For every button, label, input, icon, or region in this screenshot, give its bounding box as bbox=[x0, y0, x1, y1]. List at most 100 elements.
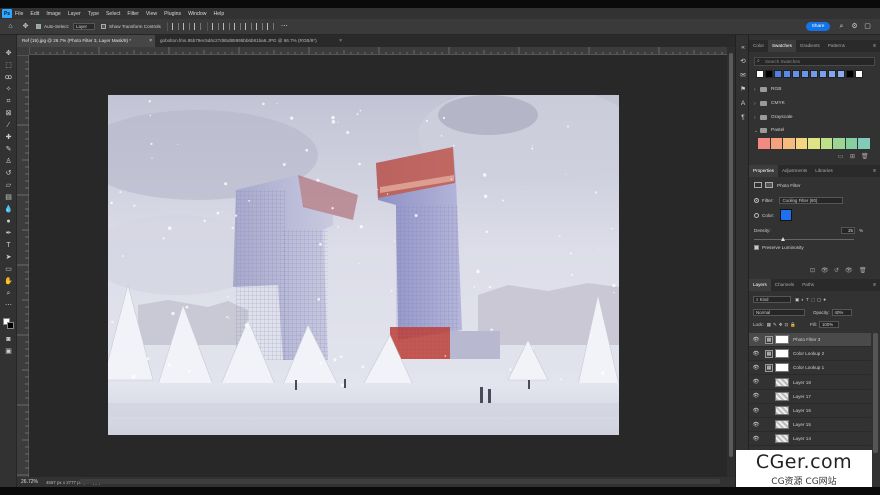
color-swatch[interactable] bbox=[837, 70, 845, 78]
tab-swatches[interactable]: Swatches bbox=[767, 40, 796, 52]
layer-thumbnail[interactable] bbox=[775, 434, 789, 444]
tab-properties[interactable]: Properties bbox=[749, 165, 778, 177]
layer-row[interactable]: 👁 ▦ Color Lookup 1 bbox=[749, 361, 871, 376]
tab-patterns[interactable]: Patterns bbox=[824, 40, 849, 52]
layer-row[interactable]: 👁 Layer 18 bbox=[749, 376, 871, 390]
magic-wand-icon[interactable]: ✧ bbox=[4, 85, 13, 94]
filter-dropdown[interactable]: Cooling Filter (80) bbox=[779, 197, 844, 204]
swatches-search-input[interactable]: ⌕ Search Swatches bbox=[754, 57, 875, 66]
pastel-swatch[interactable] bbox=[833, 138, 845, 149]
tab-gobolton[interactable]: gobolton.fms.85b79ec5d6c27d65d85995bb6b8… bbox=[155, 35, 345, 47]
menu-type[interactable]: Type bbox=[88, 11, 99, 17]
color-swatch[interactable] bbox=[846, 70, 854, 78]
eye-icon[interactable]: 👁 bbox=[751, 379, 761, 385]
swatch-group-pastel[interactable]: ⌄ Pastel bbox=[754, 125, 874, 136]
tab-adjustments[interactable]: Adjustments bbox=[778, 165, 811, 177]
clone-stamp-icon[interactable]: ♙ bbox=[4, 157, 13, 166]
close-icon[interactable]: × bbox=[339, 35, 342, 47]
filter-radio[interactable] bbox=[754, 198, 759, 203]
path-select-icon[interactable]: ➤ bbox=[4, 253, 13, 262]
swatch-group-grayscale[interactable]: › Grayscale bbox=[754, 112, 874, 123]
layer-row[interactable]: 👁 ▦ Color Lookup 2 bbox=[749, 347, 871, 362]
pastel-swatch[interactable] bbox=[770, 138, 782, 149]
color-swatch[interactable] bbox=[756, 70, 764, 78]
pastel-swatch[interactable] bbox=[783, 138, 795, 149]
layer-thumbnail[interactable] bbox=[775, 391, 789, 401]
eye-icon[interactable]: 👁 bbox=[751, 337, 761, 343]
blend-mode-dropdown[interactable]: Normal bbox=[753, 309, 805, 316]
align-right-icon[interactable] bbox=[193, 23, 201, 30]
eye-icon[interactable]: 👁 bbox=[751, 422, 761, 428]
tab-ref-19[interactable]: Ref (19).jpg @ 26.7% (Photo Filter 3, La… bbox=[17, 35, 155, 47]
tab-layers[interactable]: Layers bbox=[749, 279, 771, 291]
color-swatch[interactable] bbox=[810, 70, 818, 78]
vertical-scrollbar[interactable] bbox=[727, 47, 735, 477]
reset-icon[interactable]: ↺ bbox=[833, 268, 840, 275]
color-swatch[interactable] bbox=[765, 70, 773, 78]
auto-select-checkbox[interactable] bbox=[36, 24, 41, 29]
fill-input[interactable]: 100% bbox=[818, 321, 839, 328]
pastel-swatch[interactable] bbox=[858, 138, 870, 149]
align-top-icon[interactable] bbox=[211, 23, 219, 30]
trash-icon[interactable]: 🗑 bbox=[859, 268, 867, 275]
zoom-level[interactable]: 26.72% bbox=[21, 479, 38, 485]
layer-mask-thumbnail[interactable] bbox=[775, 349, 789, 359]
paragraph-icon[interactable]: ¶ bbox=[738, 113, 748, 122]
gear-icon[interactable]: ⚙ bbox=[850, 22, 859, 31]
screen-mode-icon[interactable]: ▣ bbox=[4, 347, 13, 356]
clip-to-layer-icon[interactable]: ⊡ bbox=[809, 268, 816, 275]
new-swatch-icon[interactable]: ⊞ bbox=[849, 154, 856, 161]
pastel-swatch[interactable] bbox=[795, 138, 807, 149]
move-tool-icon[interactable]: ✥ bbox=[4, 49, 13, 58]
history-brush-icon[interactable]: ↺ bbox=[4, 169, 13, 178]
align-middle-icon[interactable] bbox=[222, 23, 230, 30]
comments-icon[interactable]: ✉ bbox=[738, 71, 748, 80]
panel-menu-icon[interactable]: ≡ bbox=[873, 165, 876, 177]
layer-row[interactable]: 👁 Layer 16 bbox=[749, 404, 871, 418]
more-tools-icon[interactable]: ⋯ bbox=[4, 301, 13, 310]
menu-window[interactable]: Window bbox=[188, 11, 206, 17]
hand-tool-icon[interactable]: ✋ bbox=[4, 277, 13, 286]
home-icon[interactable]: ⌂ bbox=[6, 22, 15, 31]
tab-gradients[interactable]: Gradients bbox=[796, 40, 824, 52]
menu-edit[interactable]: Edit bbox=[30, 11, 39, 17]
new-group-icon[interactable]: ▭ bbox=[837, 154, 844, 161]
layer-thumbnail[interactable] bbox=[775, 420, 789, 430]
transform-controls-checkbox[interactable] bbox=[101, 24, 107, 29]
eye-icon[interactable]: 👁 bbox=[751, 408, 761, 414]
eraser-icon[interactable]: ▱ bbox=[4, 181, 13, 190]
menu-filter[interactable]: Filter bbox=[127, 11, 139, 17]
align-left-icon[interactable] bbox=[171, 23, 179, 30]
filter-color-swatch[interactable] bbox=[780, 209, 793, 221]
type-tool-icon[interactable]: T bbox=[4, 241, 13, 250]
collapse-panels-icon[interactable]: « bbox=[738, 43, 748, 52]
swatch-group-cmyk[interactable]: › CMYK bbox=[754, 98, 874, 109]
history-icon[interactable]: ⟲ bbox=[738, 57, 748, 66]
background-color-swatch[interactable] bbox=[7, 322, 14, 329]
lasso-tool-icon[interactable]: ꝏ bbox=[4, 73, 13, 82]
color-swatch[interactable] bbox=[819, 70, 827, 78]
eye-icon[interactable]: 👁 bbox=[751, 365, 761, 371]
eye-icon[interactable]: 👁 bbox=[751, 436, 761, 442]
pastel-swatch[interactable] bbox=[808, 138, 820, 149]
mask-icon[interactable] bbox=[765, 182, 773, 188]
layer-thumbnail[interactable] bbox=[775, 406, 789, 415]
tab-libraries[interactable]: Libraries bbox=[811, 165, 837, 177]
menu-view[interactable]: View bbox=[146, 11, 157, 17]
eyedropper-icon[interactable]: ⁄ bbox=[4, 121, 13, 130]
character-icon[interactable]: A bbox=[738, 99, 748, 108]
layer-row[interactable]: 👁 Layer 14 bbox=[749, 432, 871, 447]
menu-plugins[interactable]: Plugins bbox=[164, 11, 181, 17]
tab-channels[interactable]: Channels bbox=[771, 279, 798, 291]
distribute-center-icon[interactable] bbox=[255, 23, 263, 30]
pastel-swatch[interactable] bbox=[820, 138, 832, 149]
menu-layer[interactable]: Layer bbox=[68, 11, 81, 17]
pastel-swatch[interactable] bbox=[758, 138, 770, 149]
preserve-luminosity-checkbox[interactable] bbox=[754, 245, 759, 250]
layer-thumbnail[interactable] bbox=[775, 377, 789, 387]
document-canvas-image[interactable] bbox=[108, 95, 619, 435]
horizontal-scrollbar[interactable] bbox=[80, 479, 720, 484]
distribute-right-icon[interactable] bbox=[266, 23, 274, 30]
view-previous-icon[interactable]: 👁 bbox=[821, 268, 829, 275]
marquee-tool-icon[interactable]: ⬚ bbox=[4, 61, 13, 70]
